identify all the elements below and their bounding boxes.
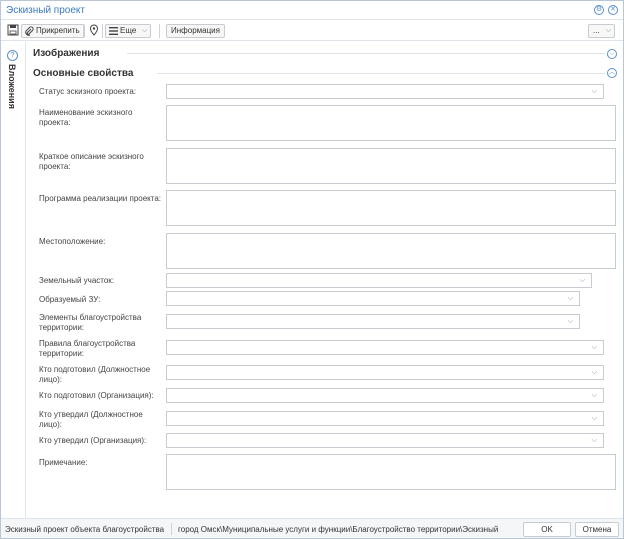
expand-chevron-icon[interactable]: ⌵ (607, 49, 617, 59)
form-content: Изображения ⌵ Основные свойства ︿ Статус… (27, 42, 623, 518)
approved-org-select[interactable]: ⌵ (166, 433, 604, 448)
name-label: Наименование эскизного проекта: (39, 108, 133, 127)
title-bar: Эскизный проект ⚙ ✕ (1, 1, 623, 20)
program-textarea[interactable] (166, 190, 616, 226)
chevron-down-icon: ⌵ (141, 27, 148, 34)
chevron-down-icon: ⌵ (567, 294, 573, 302)
attachments-sidebar[interactable]: ? Вложения (1, 42, 26, 518)
chevron-down-icon: ⌵ (591, 368, 597, 376)
land-plot-select[interactable]: ⌵ (166, 273, 592, 288)
paperclip-icon (25, 26, 34, 36)
note-textarea[interactable] (166, 454, 616, 490)
info-button[interactable]: Информация (166, 24, 225, 38)
attach-label: Прикрепить (36, 26, 80, 35)
elements-label: Элементы благоустройства территории: (39, 313, 142, 332)
approved-org-label: Кто утвердил (Организация): (39, 436, 147, 445)
approved-person-label: Кто утвердил (Должностное лицо): (39, 410, 143, 429)
dialog-window: Эскизный проект ⚙ ✕ Прикрепить Еще ⌵ Инф… (0, 0, 624, 539)
chevron-down-icon: ⌵ (591, 414, 597, 422)
settings-icon[interactable]: ⚙ (594, 5, 604, 15)
help-icon[interactable]: ? (7, 50, 18, 61)
close-icon[interactable]: ✕ (608, 5, 618, 15)
images-section-title[interactable]: Изображения (33, 48, 99, 59)
short-desc-textarea[interactable] (166, 148, 616, 184)
menu-icon (109, 27, 118, 35)
toolbar-divider (102, 24, 103, 38)
chevron-down-icon: ⌵ (591, 87, 597, 95)
elements-select[interactable]: ⌵ (166, 314, 580, 329)
cancel-label: Отмена (582, 525, 612, 534)
land-plot-label: Земельный участок: (39, 276, 115, 285)
status-label: Статус эскизного проекта: (39, 87, 137, 96)
chevron-down-icon: ⌵ (579, 276, 585, 284)
attachments-tab[interactable]: Вложения (7, 64, 17, 109)
more-button[interactable]: Еще ⌵ (105, 24, 152, 38)
save-icon[interactable] (7, 24, 19, 36)
status-select[interactable]: ⌵ (166, 84, 604, 99)
rules-select[interactable]: ⌵ (166, 340, 604, 355)
location-textarea[interactable] (166, 233, 616, 269)
window-title: Эскизный проект (6, 5, 85, 16)
collapse-chevron-icon[interactable]: ︿ (607, 68, 617, 78)
extra-label: ... (593, 26, 600, 35)
main-section-title[interactable]: Основные свойства (33, 68, 133, 79)
toolbar-divider (159, 24, 160, 38)
toolbar: Прикрепить Еще ⌵ Информация ... ⌵ (1, 21, 623, 41)
object-path-text: город Омск\Муниципальные услуги и функци… (178, 525, 498, 534)
location-pin-icon[interactable] (88, 24, 100, 36)
ok-button[interactable]: OK (523, 522, 571, 537)
extra-menu-button[interactable]: ... ⌵ (588, 24, 615, 38)
section-divider (157, 73, 605, 74)
chevron-down-icon: ⌵ (591, 391, 597, 399)
prepared-person-select[interactable]: ⌵ (166, 365, 604, 380)
formed-plot-label: Образуемый ЗУ: (39, 295, 101, 304)
info-label: Информация (171, 26, 220, 35)
program-label: Программа реализации проекта: (39, 194, 161, 203)
chevron-down-icon: ⌵ (591, 436, 597, 444)
chevron-down-icon: ⌵ (605, 27, 611, 34)
chevron-down-icon: ⌵ (591, 343, 597, 351)
attach-button[interactable]: Прикрепить (21, 24, 85, 38)
prepared-org-label: Кто подготовил (Организация): (39, 391, 154, 400)
prepared-person-label: Кто подготовил (Должностное лицо): (39, 365, 151, 384)
note-label: Примечание: (39, 458, 88, 467)
name-textarea[interactable] (166, 105, 616, 141)
ok-label: OK (541, 525, 553, 534)
short-desc-label: Краткое описание эскизного проекта: (39, 152, 144, 171)
rules-label: Правила благоустройства территории: (39, 339, 136, 358)
toolbar-divider (83, 24, 84, 38)
cancel-button[interactable]: Отмена (575, 522, 619, 537)
section-divider (127, 53, 605, 54)
status-divider (171, 523, 172, 535)
chevron-down-icon: ⌵ (567, 317, 573, 325)
prepared-org-select[interactable]: ⌵ (166, 388, 604, 403)
status-bar: Эскизный проект объекта благоустройства … (1, 518, 623, 538)
location-label: Местоположение: (39, 237, 106, 246)
object-type-text: Эскизный проект объекта благоустройства (5, 525, 165, 534)
approved-person-select[interactable]: ⌵ (166, 411, 604, 426)
formed-plot-select[interactable]: ⌵ (166, 291, 580, 306)
more-label: Еще (120, 26, 137, 35)
